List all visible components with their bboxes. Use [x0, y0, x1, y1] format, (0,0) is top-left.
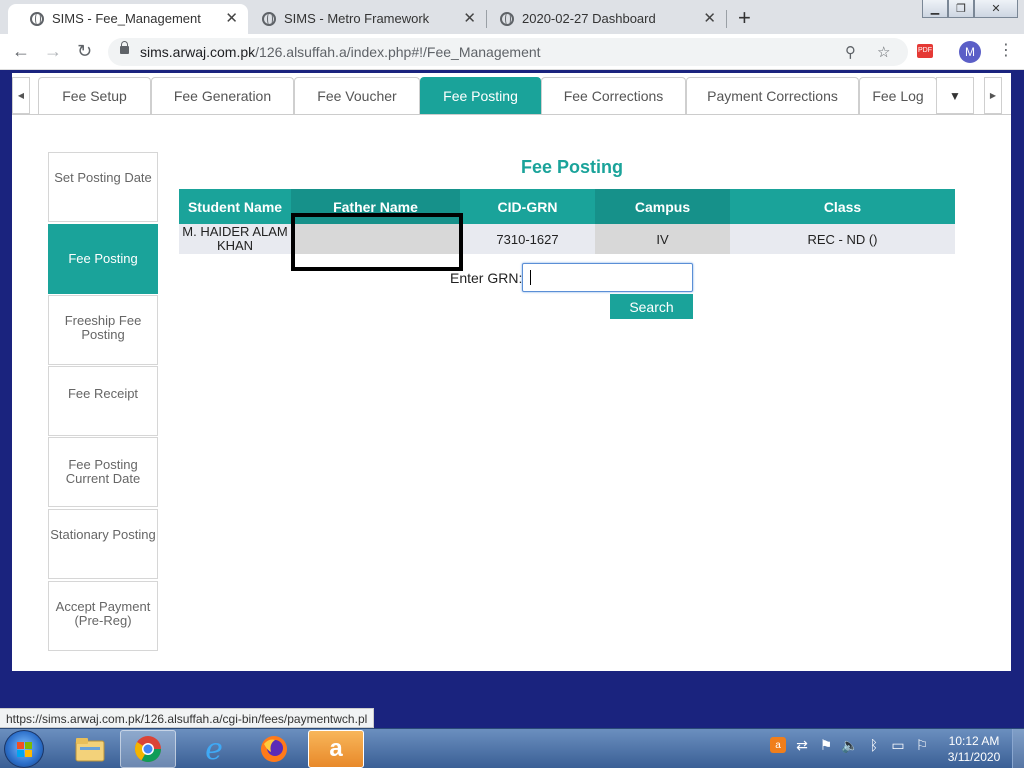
browser-tab-metro-framework[interactable]: SIMS - Metro Framework ✕ — [240, 4, 486, 34]
windows-logo-icon — [17, 742, 33, 758]
tab-fee-corrections[interactable]: Fee Corrections — [541, 77, 686, 114]
profile-avatar[interactable]: M — [959, 41, 981, 63]
menu-accept-payment[interactable]: Accept Payment (Pre-Reg) — [48, 581, 158, 651]
search-button[interactable]: Search — [610, 294, 693, 319]
tab-fee-generation[interactable]: Fee Generation — [151, 77, 294, 114]
cell-student-name: M. HAIDER ALAM KHAN — [179, 224, 291, 254]
taskbar-clock[interactable]: 10:12 AM 3/11/2020 — [940, 733, 1008, 765]
clock-date: 3/11/2020 — [947, 750, 1001, 764]
close-tab-icon[interactable]: ✕ — [225, 9, 238, 27]
menu-stationary-posting[interactable]: Stationary Posting — [48, 509, 158, 579]
fee-management-tabs: ◀ Fee Setup Fee Generation Fee Voucher F… — [12, 77, 1011, 115]
firefox-taskbar-button[interactable] — [246, 730, 302, 768]
bluetooth-icon[interactable]: ᛒ — [866, 737, 882, 753]
chrome-icon — [134, 736, 162, 763]
avast-taskbar-button[interactable]: a — [308, 730, 364, 768]
browser-tab-title: 2020-02-27 Dashboard — [522, 11, 656, 26]
ie-taskbar-button[interactable]: e — [186, 730, 242, 768]
browser-tab-dashboard[interactable]: 2020-02-27 Dashboard ✕ — [478, 4, 726, 34]
browser-tab-title: SIMS - Fee_Management — [52, 11, 201, 26]
tabs-scroll-left-button[interactable]: ◀ — [12, 77, 30, 114]
tab-payment-corrections[interactable]: Payment Corrections — [686, 77, 859, 114]
reload-icon[interactable]: ↻ — [77, 41, 92, 62]
redaction-box — [291, 213, 463, 271]
column-header-class: Class — [730, 189, 955, 224]
column-header-campus: Campus — [595, 189, 730, 224]
tab-fee-setup[interactable]: Fee Setup — [38, 77, 151, 114]
avast-icon: a — [329, 735, 343, 762]
menu-freeship-fee-posting[interactable]: Freeship Fee Posting — [48, 295, 158, 365]
zoom-icon[interactable]: ⚲ — [845, 43, 856, 61]
tab-fee-posting[interactable]: Fee Posting — [420, 77, 541, 114]
text-caret — [530, 270, 531, 285]
back-arrow-icon[interactable]: ← — [12, 41, 30, 62]
grn-label: Enter GRN: — [450, 270, 523, 286]
avast-tray-icon[interactable]: a — [770, 737, 786, 753]
chrome-taskbar-button[interactable] — [120, 730, 176, 768]
tab-separator — [726, 10, 727, 28]
browser-tab-title: SIMS - Metro Framework — [284, 11, 430, 26]
close-tab-icon[interactable]: ✕ — [463, 9, 476, 27]
globe-icon — [262, 12, 276, 26]
restore-button[interactable]: ❐ — [948, 0, 974, 18]
status-bar-url: https://sims.arwaj.com.pk/126.alsuffah.a… — [0, 708, 375, 728]
new-tab-button[interactable]: + — [738, 5, 751, 31]
menu-fee-posting[interactable]: Fee Posting — [48, 224, 158, 294]
chrome-menu-icon[interactable]: ⋮ — [998, 40, 1014, 60]
minimize-button[interactable]: ▁ — [922, 0, 948, 18]
cell-campus: IV — [595, 224, 730, 254]
network-flag-icon[interactable]: ⚑ — [818, 737, 834, 753]
window-controls: ▁ ❐ ✕ — [922, 0, 1018, 18]
url-path: /126.alsuffah.a/index.php#!/Fee_Manageme… — [255, 44, 541, 60]
internet-explorer-icon: e — [205, 731, 223, 767]
explorer-taskbar-button[interactable] — [62, 730, 118, 768]
column-header-cid-grn: CID-GRN — [460, 189, 595, 224]
system-tray: a ⇄ ⚑ 🔈 ᛒ ▭ ⚐ — [770, 737, 930, 753]
globe-icon — [30, 12, 44, 26]
pdf-extension-icon[interactable]: PDF — [917, 44, 933, 58]
show-desktop-button[interactable] — [1012, 729, 1024, 768]
forward-arrow-icon[interactable]: → — [44, 41, 62, 62]
browser-tab-strip: SIMS - Fee_Management ✕ SIMS - Metro Fra… — [0, 0, 1024, 34]
browser-tab-fee-management[interactable]: SIMS - Fee_Management ✕ — [8, 4, 248, 34]
cell-class: REC - ND () — [730, 224, 955, 254]
menu-fee-posting-current-date[interactable]: Fee Posting Current Date — [48, 437, 158, 507]
grn-input[interactable] — [522, 263, 693, 292]
tabs-dropdown-button[interactable]: ▼ — [936, 77, 974, 114]
usb-device-icon[interactable]: ⇄ — [794, 737, 810, 753]
lock-icon — [120, 41, 129, 54]
tabs-scroll-right-button[interactable]: ▶ — [984, 77, 1002, 114]
cell-cid-grn: 7310-1627 — [460, 224, 595, 254]
firefox-icon — [261, 736, 287, 762]
tab-fee-log[interactable]: Fee Log — [859, 77, 937, 114]
url-host: sims.arwaj.com.pk — [140, 44, 256, 60]
menu-fee-receipt[interactable]: Fee Receipt — [48, 366, 158, 436]
address-bar[interactable]: sims.arwaj.com.pk/126.alsuffah.a/index.p… — [108, 38, 908, 66]
bookmark-star-icon[interactable]: ☆ — [877, 43, 890, 61]
tab-fee-voucher[interactable]: Fee Voucher — [294, 77, 420, 114]
close-tab-icon[interactable]: ✕ — [703, 9, 716, 27]
url-text: sims.arwaj.com.pk/126.alsuffah.a/index.p… — [140, 44, 541, 60]
action-center-flag-icon[interactable]: ⚐ — [914, 737, 930, 753]
close-window-button[interactable]: ✕ — [974, 0, 1018, 18]
start-button[interactable] — [4, 730, 44, 768]
network-icon[interactable]: ▭ — [890, 737, 906, 753]
column-header-student-name: Student Name — [179, 189, 291, 224]
windows-taskbar: e a a ⇄ ⚑ 🔈 ᛒ ▭ ⚐ 10:12 AM 3/11/2020 — [0, 728, 1024, 768]
folder-icon — [75, 738, 105, 762]
page-title: Fee Posting — [520, 157, 623, 177]
globe-icon — [500, 12, 514, 26]
browser-toolbar: ← → ↻ sims.arwaj.com.pk/126.alsuffah.a/i… — [0, 34, 1024, 70]
clock-time: 10:12 AM — [948, 734, 1000, 748]
volume-icon[interactable]: 🔈 — [841, 737, 858, 753]
menu-set-posting-date[interactable]: Set Posting Date — [48, 152, 158, 222]
